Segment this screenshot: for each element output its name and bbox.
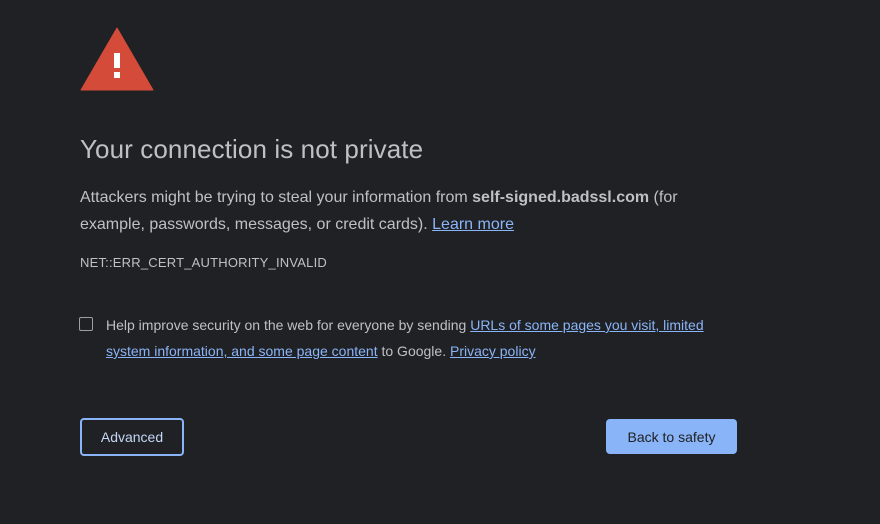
message-text-before: Attackers might be trying to steal your … [80, 189, 473, 206]
warning-triangle-icon [80, 27, 154, 91]
page-title: Your connection is not private [80, 134, 424, 164]
security-optin: Help improve security on the web for eve… [78, 312, 718, 364]
learn-more-link[interactable]: Learn more [432, 216, 514, 233]
back-to-safety-button[interactable]: Back to safety [606, 419, 737, 454]
privacy-policy-link[interactable]: Privacy policy [450, 343, 536, 359]
optin-text: Help improve security on the web for eve… [106, 312, 718, 364]
optin-text-middle: to Google. [377, 343, 450, 359]
optin-checkbox[interactable] [79, 317, 93, 331]
main-message: Attackers might be trying to steal your … [80, 184, 740, 238]
error-code: NET::ERR_CERT_AUTHORITY_INVALID [80, 255, 327, 270]
advanced-button[interactable]: Advanced [80, 418, 184, 456]
site-host: self-signed.badssl.com [472, 189, 650, 206]
optin-text-before: Help improve security on the web for eve… [106, 317, 471, 333]
